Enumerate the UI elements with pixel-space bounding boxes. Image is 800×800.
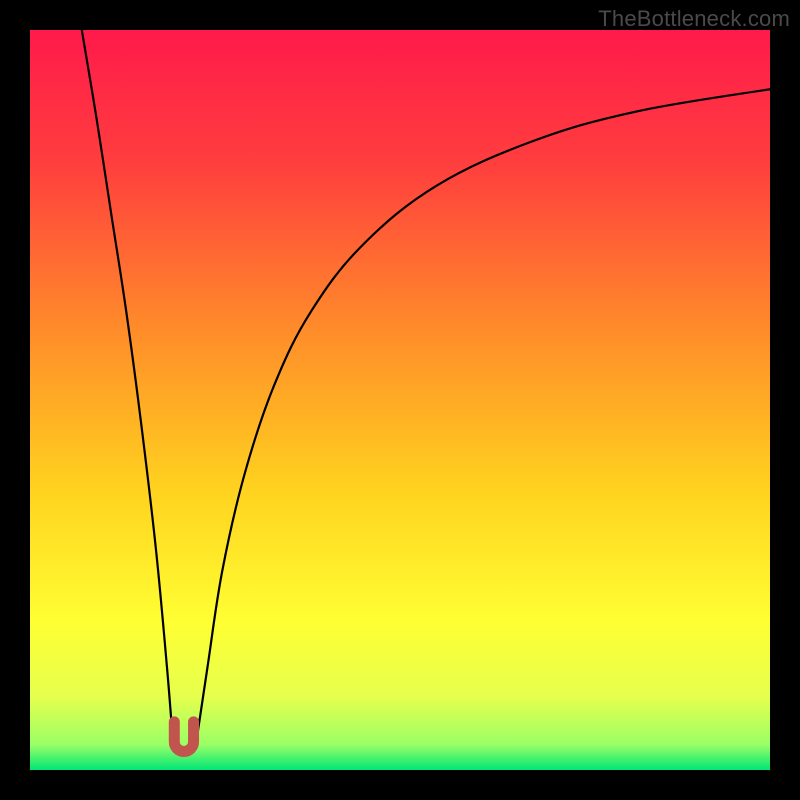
chart-curves	[30, 30, 770, 770]
plot-area	[30, 30, 770, 770]
curve-left	[82, 30, 173, 740]
optimal-marker	[174, 722, 193, 752]
curve-right	[197, 89, 771, 740]
watermark-text: TheBottleneck.com	[598, 6, 790, 32]
chart-frame: TheBottleneck.com	[0, 0, 800, 800]
